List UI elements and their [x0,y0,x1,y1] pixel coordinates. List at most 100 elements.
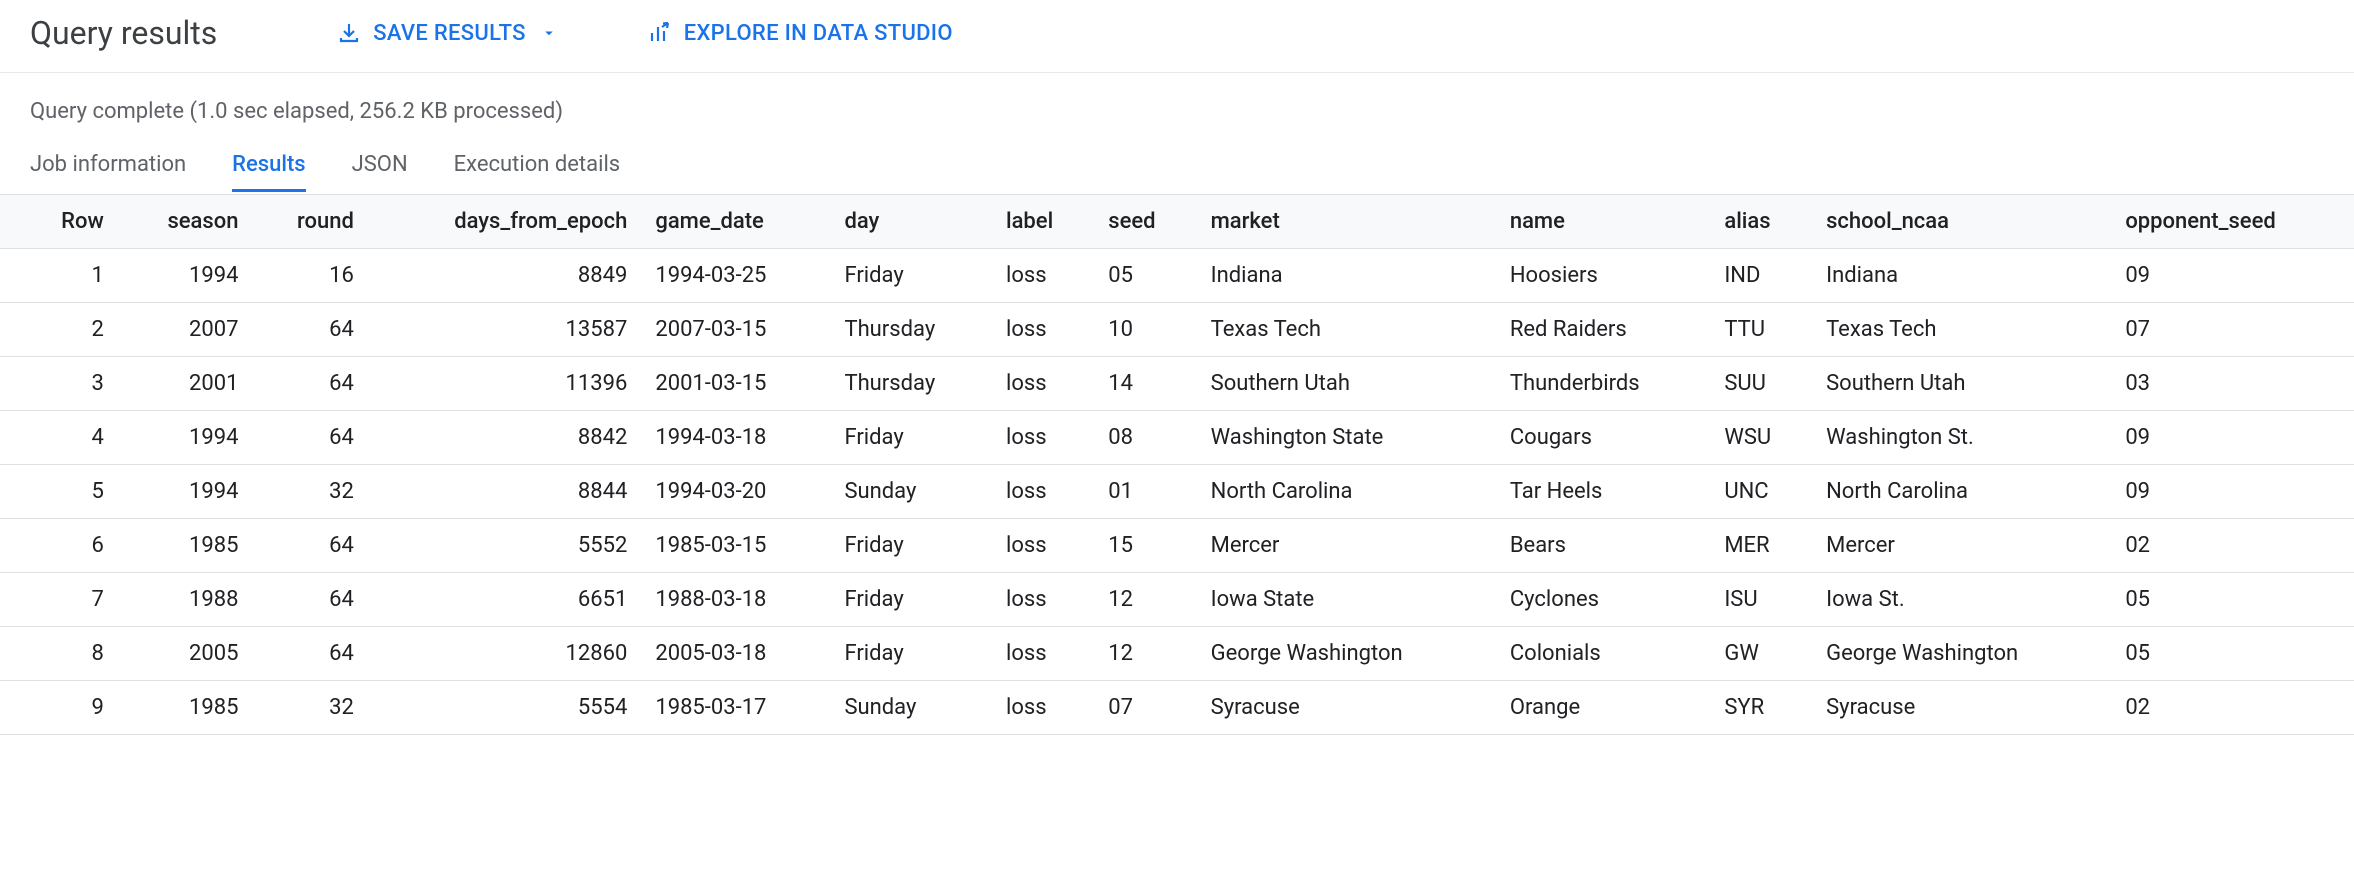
cell: 5552 [368,519,641,573]
cell: ISU [1710,573,1812,627]
cell: 2005-03-18 [641,627,830,681]
cell: Cyclones [1496,573,1711,627]
cell: loss [992,681,1094,735]
cell: UNC [1710,465,1812,519]
cell: loss [992,249,1094,303]
col-days_from_epoch[interactable]: days_from_epoch [368,195,641,249]
table-row[interactable]: 8200564128602005-03-18Fridayloss12George… [0,627,2354,681]
cell: 64 [252,519,367,573]
cell: Mercer [1812,519,2111,573]
cell: Iowa St. [1812,573,2111,627]
tab-results[interactable]: Results [232,152,305,192]
cell: WSU [1710,411,1812,465]
col-market[interactable]: market [1197,195,1496,249]
download-icon [337,21,361,45]
col-name[interactable]: name [1496,195,1711,249]
cell: Southern Utah [1812,357,2111,411]
cell: loss [992,573,1094,627]
cell: 1994-03-25 [641,249,830,303]
col-label[interactable]: label [992,195,1094,249]
cell: Tar Heels [1496,465,1711,519]
cell: Thursday [830,303,992,357]
cell: 14 [1094,357,1196,411]
results-table: Rowseasonrounddays_from_epochgame_dateda… [0,194,2354,735]
status-text: Query complete (1.0 sec elapsed, 256.2 K… [0,73,2354,134]
cell: 32 [252,465,367,519]
table-row[interactable]: 419946488421994-03-18Fridayloss08Washing… [0,411,2354,465]
cell: 3 [0,357,118,411]
cell: loss [992,627,1094,681]
cell: 5 [0,465,118,519]
cell: 1 [0,249,118,303]
cell: 16 [252,249,367,303]
table-row[interactable]: 3200164113962001-03-15Thursdayloss14Sout… [0,357,2354,411]
col-day[interactable]: day [830,195,992,249]
cell: 13587 [368,303,641,357]
cell: 1985-03-15 [641,519,830,573]
cell: 8849 [368,249,641,303]
cell: Indiana [1197,249,1496,303]
cell: 8844 [368,465,641,519]
cell: 12 [1094,627,1196,681]
cell: North Carolina [1812,465,2111,519]
cell: Cougars [1496,411,1711,465]
cell: 05 [1094,249,1196,303]
cell: 1988-03-18 [641,573,830,627]
col-round[interactable]: round [252,195,367,249]
save-results-label: SAVE RESULTS [373,21,525,46]
cell: Red Raiders [1496,303,1711,357]
cell: Friday [830,519,992,573]
col-Row[interactable]: Row [0,195,118,249]
cell: 12860 [368,627,641,681]
cell: 09 [2111,411,2354,465]
table-row[interactable]: 119941688491994-03-25Fridayloss05Indiana… [0,249,2354,303]
cell: Hoosiers [1496,249,1711,303]
explore-label: EXPLORE IN DATA STUDIO [684,21,953,46]
cell: 09 [2111,249,2354,303]
explore-data-studio-button[interactable]: EXPLORE IN DATA STUDIO [648,21,953,46]
cell: Mercer [1197,519,1496,573]
cell: North Carolina [1197,465,1496,519]
tab-execution-details[interactable]: Execution details [454,152,621,192]
cell: MER [1710,519,1812,573]
cell: Thunderbirds [1496,357,1711,411]
cell: loss [992,465,1094,519]
cell: Friday [830,411,992,465]
cell: 6 [0,519,118,573]
cell: GW [1710,627,1812,681]
cell: Sunday [830,465,992,519]
col-opponent_seed[interactable]: opponent_seed [2111,195,2354,249]
cell: IND [1710,249,1812,303]
tab-json[interactable]: JSON [352,152,408,192]
cell: Syracuse [1812,681,2111,735]
save-results-button[interactable]: SAVE RESULTS [337,21,557,46]
col-game_date[interactable]: game_date [641,195,830,249]
cell: 2007-03-15 [641,303,830,357]
cell: Friday [830,249,992,303]
cell: Colonials [1496,627,1711,681]
cell: 2 [0,303,118,357]
cell: 8 [0,627,118,681]
cell: Thursday [830,357,992,411]
tab-job-information[interactable]: Job information [30,152,186,192]
col-school_ncaa[interactable]: school_ncaa [1812,195,2111,249]
table-row[interactable]: 919853255541985-03-17Sundayloss07Syracus… [0,681,2354,735]
cell: SYR [1710,681,1812,735]
cell: 64 [252,357,367,411]
table-row[interactable]: 619856455521985-03-15Fridayloss15MercerB… [0,519,2354,573]
cell: Southern Utah [1197,357,1496,411]
table-row[interactable]: 719886466511988-03-18Fridayloss12Iowa St… [0,573,2354,627]
col-seed[interactable]: seed [1094,195,1196,249]
table-row[interactable]: 2200764135872007-03-15Thursdayloss10Texa… [0,303,2354,357]
cell: 12 [1094,573,1196,627]
cell: 1994-03-18 [641,411,830,465]
header-bar: Query results SAVE RESULTS [0,0,2354,72]
cell: 07 [2111,303,2354,357]
page-title: Query results [30,14,217,52]
cell: 01 [1094,465,1196,519]
chevron-down-icon [540,24,558,42]
table-row[interactable]: 519943288441994-03-20Sundayloss01North C… [0,465,2354,519]
col-season[interactable]: season [118,195,253,249]
cell: 10 [1094,303,1196,357]
col-alias[interactable]: alias [1710,195,1812,249]
